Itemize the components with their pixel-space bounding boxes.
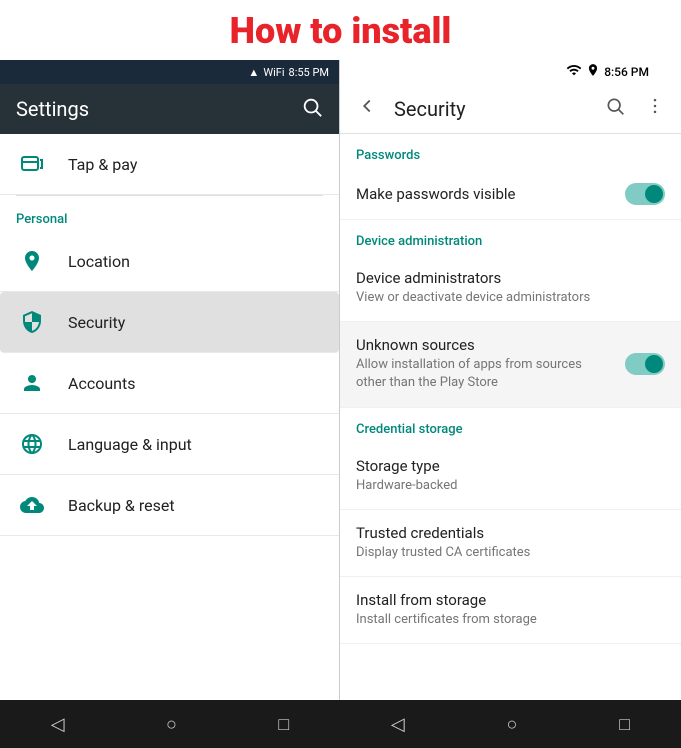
right-wifi-icon	[566, 62, 582, 82]
trusted-credentials-title: Trusted credentials	[356, 524, 530, 542]
storage-type-text: Storage type Hardware-backed	[356, 457, 457, 495]
right-time: 8:56 PM	[604, 65, 649, 79]
back-button[interactable]	[348, 87, 386, 131]
personal-section-header: Personal	[0, 196, 339, 231]
unknown-sources-title: Unknown sources	[356, 336, 596, 354]
left-status-icons: ▲ WiFi 8:55 PM	[248, 66, 329, 79]
credential-storage-section-label: Credential storage	[356, 422, 463, 437]
backup-icon	[16, 489, 48, 521]
phones-nav-container: ◁ ○ □ ◁ ○ □	[0, 700, 681, 748]
right-search-icon[interactable]	[597, 88, 633, 129]
left-app-title: Settings	[16, 97, 89, 121]
trusted-credentials-text: Trusted credentials Display trusted CA c…	[356, 524, 530, 562]
signal-icon: ▲	[248, 66, 259, 79]
accounts-label: Accounts	[68, 374, 135, 393]
settings-item-language[interactable]: Language & input	[0, 414, 339, 475]
right-nav-back[interactable]: ◁	[371, 706, 425, 743]
action-icons	[597, 88, 673, 129]
settings-item-accounts[interactable]: Accounts	[0, 353, 339, 414]
tap-pay-icon	[16, 148, 48, 180]
unknown-sources-subtitle: Allow installation of apps from sources …	[356, 356, 596, 392]
install-from-storage-subtitle: Install certificates from storage	[356, 611, 537, 629]
credential-storage-section-header: Credential storage	[340, 408, 681, 443]
personal-section-label: Personal	[16, 212, 67, 227]
storage-type-title: Storage type	[356, 457, 457, 475]
left-nav-bar: ◁ ○ □	[0, 700, 340, 748]
security-icon	[16, 306, 48, 338]
backup-label: Backup & reset	[68, 496, 175, 515]
passwords-visible-text: Make passwords visible	[356, 185, 515, 203]
device-admins-text: Device administrators View or deactivate…	[356, 269, 590, 307]
security-item-storage-type[interactable]: Storage type Hardware-backed	[340, 443, 681, 510]
tap-pay-label: Tap & pay	[68, 155, 137, 174]
settings-item-location[interactable]: Location	[0, 231, 339, 292]
security-item-device-admins[interactable]: Device administrators View or deactivate…	[340, 255, 681, 322]
page-title: How to install	[0, 0, 681, 60]
security-list: Passwords Make passwords visible Device …	[340, 134, 681, 700]
settings-item-tap-pay[interactable]: Tap & pay	[0, 134, 339, 195]
device-admin-section-header: Device administration	[340, 220, 681, 255]
device-admins-title: Device administrators	[356, 269, 590, 287]
left-status-bar: ▲ WiFi 8:55 PM	[0, 60, 339, 84]
left-nav-recent[interactable]: □	[258, 706, 309, 743]
security-label: Security	[68, 313, 125, 332]
right-phone: 8:56 PM PM Security	[340, 60, 681, 700]
left-time: 8:55 PM	[289, 66, 329, 79]
location-label: Location	[68, 252, 130, 271]
passwords-section-header: Passwords	[340, 134, 681, 169]
left-settings-list: Tap & pay Personal Location	[0, 134, 339, 700]
device-admin-section-label: Device administration	[356, 234, 482, 249]
security-item-unknown-sources[interactable]: Unknown sources Allow installation of ap…	[340, 322, 681, 407]
passwords-section-label: Passwords	[356, 148, 420, 163]
passwords-visible-title: Make passwords visible	[356, 185, 515, 203]
left-nav-home[interactable]: ○	[146, 706, 197, 743]
right-more-icon[interactable]	[637, 88, 673, 129]
settings-item-backup[interactable]: Backup & reset	[0, 475, 339, 536]
security-item-trusted-credentials[interactable]: Trusted credentials Display trusted CA c…	[340, 510, 681, 577]
unknown-sources-toggle[interactable]	[625, 353, 665, 375]
wifi-icon: WiFi	[263, 66, 284, 79]
right-status-icons: 8:56 PM PM	[566, 62, 671, 82]
left-nav-back[interactable]: ◁	[31, 706, 85, 743]
left-search-icon[interactable]	[301, 96, 323, 123]
right-battery-icon: PM	[653, 65, 671, 79]
language-icon	[16, 428, 48, 460]
passwords-visible-toggle[interactable]	[625, 183, 665, 205]
right-nav-home[interactable]: ○	[487, 706, 538, 743]
security-item-install-from-storage[interactable]: Install from storage Install certificate…	[340, 577, 681, 644]
right-screen-title: Security	[394, 97, 597, 121]
left-phone: ▲ WiFi 8:55 PM Settings	[0, 60, 340, 700]
location-icon	[16, 245, 48, 277]
install-from-storage-text: Install from storage Install certificate…	[356, 591, 537, 629]
right-nav-recent[interactable]: □	[599, 706, 650, 743]
right-status-bar: 8:56 PM PM	[340, 60, 681, 84]
trusted-credentials-subtitle: Display trusted CA certificates	[356, 544, 530, 562]
security-item-passwords-visible[interactable]: Make passwords visible	[340, 169, 681, 220]
install-from-storage-title: Install from storage	[356, 591, 537, 609]
unknown-sources-text: Unknown sources Allow installation of ap…	[356, 336, 596, 392]
right-location-icon	[586, 63, 600, 81]
language-label: Language & input	[68, 435, 192, 454]
device-admins-subtitle: View or deactivate device administrators	[356, 289, 590, 307]
settings-item-security[interactable]: Security	[0, 292, 339, 353]
left-app-bar: Settings	[0, 84, 339, 134]
storage-type-subtitle: Hardware-backed	[356, 477, 457, 495]
accounts-icon	[16, 367, 48, 399]
right-app-bar: Security	[340, 84, 681, 134]
right-nav-bar: ◁ ○ □	[340, 700, 681, 748]
